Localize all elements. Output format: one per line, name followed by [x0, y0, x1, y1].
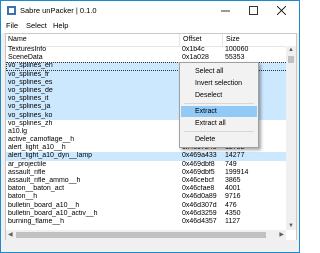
maximize-button[interactable]: [241, 1, 265, 20]
cell-name: alert_light_a10_dyn__lamp: [8, 152, 93, 160]
cell-name: burning_flame__h: [8, 217, 65, 225]
menu-file[interactable]: File: [6, 21, 18, 30]
scroll-right-icon[interactable]: ▶: [279, 231, 284, 238]
ctx-select-all[interactable]: Select all: [181, 66, 257, 77]
cell-name: bulletin_board_a10__h: [8, 201, 80, 209]
status-bar: [1, 240, 299, 252]
window-title: Sabre unPacker | 0.1.0: [20, 6, 97, 15]
ctx-invert-selection[interactable]: Invert selection: [181, 78, 257, 89]
table-row[interactable]: baton__h 0x46d0a89 9716: [6, 193, 296, 201]
cell-size: 199914: [225, 168, 249, 176]
cell-size: 3865: [225, 177, 241, 184]
cell-name: baton__h: [8, 193, 38, 201]
cell-size: 1127: [225, 217, 241, 225]
cell-size: 749: [225, 160, 237, 168]
close-icon: [276, 6, 286, 15]
scroll-up-icon[interactable]: ▲: [288, 47, 294, 53]
horizontal-scrollbar[interactable]: ◀ ▶: [6, 230, 286, 240]
vertical-scrollbar[interactable]: ▲ ▼: [286, 46, 296, 230]
ctx-extract[interactable]: Extract: [181, 106, 257, 117]
minimize-button[interactable]: [213, 1, 237, 20]
menu-bar: File Select Help: [1, 20, 299, 33]
cell-name: active_camoflage__h: [8, 136, 75, 144]
cell-name: bulletin_board_a10_activ__h: [8, 209, 98, 217]
table-row[interactable]: bulletin_board_a10__h 0x46d307d 476: [6, 202, 296, 210]
cell-name: vo_splines_de: [8, 86, 53, 94]
cell-offset: 0x46cebcf: [182, 177, 214, 184]
cell-offset: 0x46d4357: [182, 217, 217, 225]
cell-name: a10.lg: [8, 127, 28, 135]
table-row[interactable]: burning_flame__h 0x46d4357 1127: [6, 218, 296, 226]
cell-offset: 0x46d3259: [182, 209, 217, 217]
scroll-down-icon[interactable]: ▼: [288, 223, 294, 229]
vertical-scroll-thumb[interactable]: [288, 56, 294, 63]
cell-size: 4350: [225, 209, 241, 217]
column-header-name[interactable]: Name: [8, 36, 27, 43]
cell-name: vo_splines_fr: [8, 70, 50, 78]
column-divider[interactable]: [179, 34, 180, 46]
cell-size: 4001: [225, 185, 241, 193]
column-divider[interactable]: [222, 34, 223, 46]
cell-offset: 0x1b4c: [182, 46, 205, 53]
context-menu: Select all Invert selection Deselect Ext…: [179, 62, 259, 148]
cell-name: TexturesInfo: [8, 46, 47, 53]
cell-offset: 0x46d0a89: [182, 193, 217, 201]
column-header-offset[interactable]: Offset: [183, 36, 202, 43]
cell-name: vo_splines_en: [8, 62, 53, 70]
menu-select[interactable]: Select: [26, 21, 47, 30]
cell-name: vo_splines_zh: [8, 119, 53, 127]
cell-size: 14277: [225, 152, 245, 160]
minimize-icon: [220, 10, 230, 12]
cell-name: assault_rifle_ammo__h: [8, 177, 81, 184]
close-button[interactable]: [269, 1, 293, 20]
ctx-separator: [184, 131, 254, 132]
column-header-size[interactable]: Size: [226, 36, 240, 43]
cell-size: 476: [225, 201, 237, 209]
ctx-extract-all[interactable]: Extract all: [181, 118, 257, 129]
cell-name: vo_splines_it: [8, 95, 49, 103]
cell-offset: 0x46cfae8: [182, 185, 215, 193]
ctx-deselect[interactable]: Deselect: [181, 90, 257, 101]
menu-help[interactable]: Help: [53, 21, 68, 30]
cell-offset: 0x469a433: [182, 152, 217, 160]
cell-offset: 0x469dbf8: [182, 160, 215, 168]
cell-size: 9716: [225, 193, 241, 201]
cell-name: alert_light_a10__h: [8, 144, 66, 152]
cell-name: vo_splines_es: [8, 78, 53, 86]
table-row[interactable]: alert_light_a10_dyn__lamp 0x469a433 14277: [6, 152, 296, 161]
cell-name: vo_splines_ko: [8, 111, 53, 119]
table-row[interactable]: ar_projectile 0x469dbf8 749: [6, 161, 296, 169]
title-bar[interactable]: Sabre unPacker | 0.1.0: [1, 1, 299, 20]
table-row[interactable]: TexturesInfo 0x1b4c 100060: [6, 46, 296, 54]
ctx-separator: [184, 103, 254, 104]
cell-name: SceneData: [8, 54, 43, 62]
table-row[interactable]: assault_rifle 0x469dbf5 199914: [6, 169, 296, 177]
cell-offset: 0x46d307d: [182, 201, 217, 209]
cell-name: vo_splines_ja: [8, 103, 51, 111]
table-row[interactable]: baton__baton_act 0x46cfae8 4001: [6, 185, 296, 193]
table-row[interactable]: bulletin_board_a10_activ__h 0x46d3259 4350: [6, 210, 296, 218]
horizontal-scroll-thumb[interactable]: [16, 232, 266, 238]
app-icon: [7, 6, 16, 15]
cell-size: 100060: [225, 46, 249, 53]
cell-name: ar_projectile: [8, 160, 47, 168]
maximize-icon: [248, 6, 258, 15]
cell-offset: 0x469dbf5: [182, 168, 215, 176]
cell-name: baton__baton_act: [8, 185, 65, 193]
cell-name: assault_rifle: [8, 168, 46, 176]
table-row[interactable]: assault_rifle_ammo__h 0x46cebcf 3865: [6, 177, 296, 185]
scroll-left-icon[interactable]: ◀: [8, 231, 13, 238]
ctx-delete[interactable]: Delete: [181, 134, 257, 145]
